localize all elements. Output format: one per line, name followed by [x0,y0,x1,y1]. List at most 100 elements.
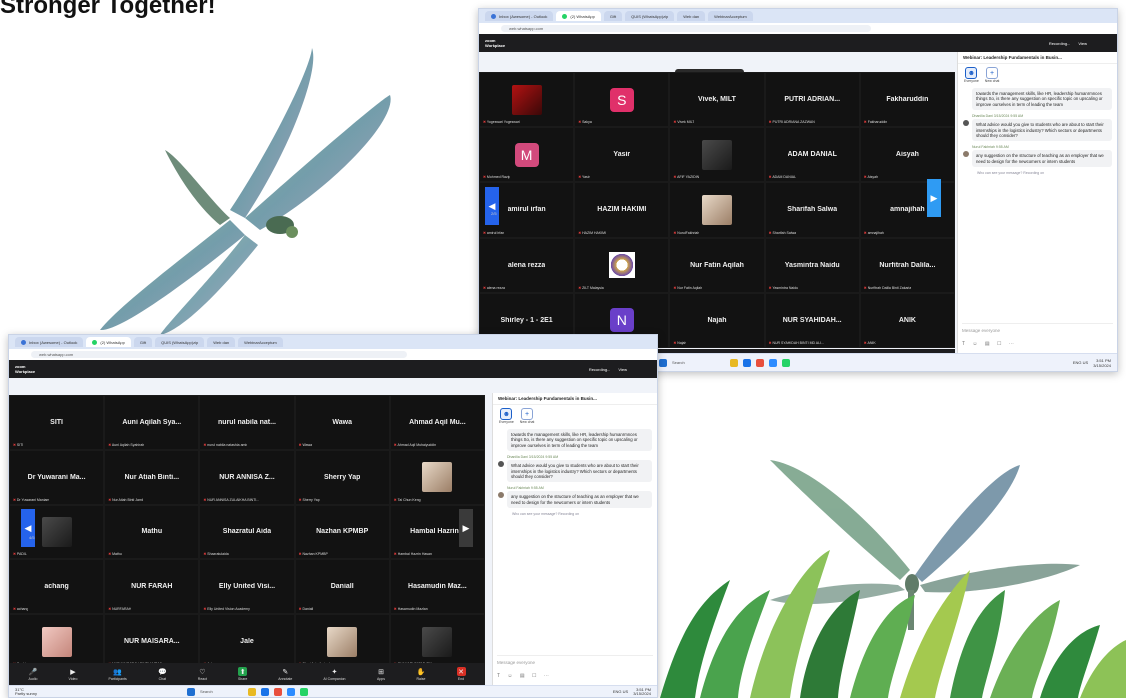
file-explorer-icon[interactable] [729,358,738,367]
edge-icon[interactable] [742,358,751,367]
participant-tile[interactable]: Ahmad Aqil Mu... ✖ Ahmad Aqil Muhaiyuddin [389,395,485,450]
participant-tile[interactable]: PUTRI ADRIAN... ✖ PUTRI ADRIANA ZAZWAN [764,72,860,128]
browser-tab[interactable]: (2) WhatsApp [86,337,131,347]
browser-tab[interactable]: Inbox (Awesome) - Outlook [485,11,554,21]
windows-start-icon[interactable] [659,358,667,367]
participant-tile[interactable]: Wawa ✖ Wawa [294,395,390,450]
browser-tab[interactable]: Web dan [207,337,236,347]
participant-tile[interactable]: Jale✖ Jale [199,614,295,669]
participant-tile[interactable]: Nur Atiah Binti... ✖ Nur Atiah Binti Jami… [104,449,200,505]
control-raise[interactable]: ✋Raise [417,667,426,682]
compose-toolbar[interactable]: T ☺ ▤ ☐ ⋯ [962,341,1017,347]
whatsapp-icon[interactable] [781,358,790,367]
participant-tile[interactable]: NUR FARAH ✖ NURFARAH [104,559,200,615]
participant-tile[interactable]: NUR MAISARA...✖ NUR MAISARAH BINTI AMRAN [104,614,200,669]
control-video[interactable]: ▶Video [69,667,78,682]
participant-tile[interactable]: Nazhan KPMBP ✖ Nazhan KPMBP [294,504,390,560]
chat-tab-everyone[interactable]: ☻ Everyone [964,67,979,83]
chat-tab-everyone[interactable]: ☻ Everyone [499,408,514,424]
zoom-icon[interactable] [286,687,295,696]
participant-tile[interactable]: Dr Yuwarani Ma... ✖ Dr Yuwarani Maniam [9,449,105,505]
participant-tile[interactable]: ✖ SHAHARUNIZAD ZIN [389,614,485,669]
view-button[interactable]: View [618,367,627,372]
browser-tab[interactable]: QUIS (WhatsApp)zip [625,11,675,21]
control-participants[interactable]: 👥Participants [109,667,127,682]
control-annotate[interactable]: ✎Annotate [278,667,292,682]
view-button[interactable]: View [1078,41,1087,46]
participant-tile[interactable]: ✖ Sophie [9,614,105,669]
browser-tab[interactable]: (2) WhatsApp [556,11,601,21]
browser-tab[interactable]: Gift [133,337,153,347]
browser-tab[interactable]: WebinarAcceptum [238,337,283,347]
participant-tile[interactable]: ADAM DANIAL ✖ ADAM DANIAL [764,127,860,183]
participant-tile[interactable]: Auni Aqilah Sya... ✖ Auni Aqilah Syahirah [104,395,200,450]
control-apps[interactable]: ⊞Apps [377,667,386,682]
participant-tile[interactable]: ANIK ✖ ANIK [859,292,955,348]
recording-indicator[interactable]: Recording... [1049,41,1071,46]
participant-tile[interactable]: Vivek, MILT ✖ Vivek MILT [669,72,765,128]
participant-tile[interactable]: ✖ AFIF YAZIDIN [669,127,765,183]
participant-tile[interactable]: Yasir ✖ Yasir [574,127,670,183]
browser-tab[interactable]: Inbox (Awesome) - Outlook [15,337,84,347]
participant-tile[interactable]: Mathu ✖ Mathu [104,504,200,560]
taskbar-search[interactable]: Search [200,689,213,694]
message-input[interactable]: Message everyone T ☺ ▤ ☐ ⋯ [962,323,1113,349]
participant-tile[interactable]: Shazratul Aida ✖ Shazratulaida [199,504,295,560]
edge-icon[interactable] [260,687,269,696]
chrome-icon[interactable] [755,358,764,367]
control-react[interactable]: ♡React [198,667,207,682]
compose-toolbar[interactable]: T ☺ ▤ ☐ ⋯ [497,673,552,679]
gallery-prev-arrow[interactable]: ◀ [21,509,35,547]
gallery-next-arrow[interactable]: ▶ [927,179,941,217]
participant-tile[interactable]: Nurfitrah Dalila... ✖ Nurfitrah Dalila Bi… [859,237,955,293]
participant-tile[interactable]: nurul nabila nat... ✖ nurul nabila natash… [199,395,295,450]
control-share[interactable]: ⬆Share [238,667,247,681]
address-bar[interactable]: web.whatsapp.com [479,23,1117,34]
participant-tile[interactable]: Elly United Visi... ✖ Elly United Vision … [199,559,295,615]
gallery-prev-arrow[interactable]: ◀ [485,187,499,225]
participant-tile[interactable]: ✖ NurulFakhriah [669,182,765,238]
participant-tile[interactable]: M ✖ Mohmed Razip [479,127,575,183]
file-explorer-icon[interactable] [247,687,256,696]
participant-tile[interactable]: achang ✖ achang [9,559,105,615]
control-end[interactable]: ✕End [456,667,466,681]
participant-tile[interactable]: Yasmintra Naidu ✖ Yasmintra Naidu [764,237,860,293]
weather-widget[interactable]: 31°C Partly sunny [15,687,37,696]
browser-tab[interactable]: Gift [603,11,623,21]
participant-tile[interactable]: Fakharuddin ✖ Fakharuddin [859,72,955,128]
chat-tab-new[interactable]: + New chat [520,408,534,424]
participant-tile[interactable]: Najah ✖ Najah [669,292,765,348]
participant-tile[interactable]: ✖ Yogeswari Yogeswari [479,72,575,128]
gallery-next-arrow[interactable]: ▶ [459,509,473,547]
taskbar-search[interactable]: Search [672,360,685,365]
participant-tile[interactable]: alena rezza ✖ alena rezza [479,237,575,293]
address-bar[interactable]: web.whatsapp.com [9,349,657,360]
message-input[interactable]: Message everyone T ☺ ▤ ☐ ⋯ [497,655,653,681]
participant-tile[interactable]: Daniall ✖ Daniall [294,559,390,615]
browser-tab[interactable]: WebinarAcceptum [708,11,753,21]
participant-tile[interactable]: Aisyah ✖ Aisyah [859,127,955,183]
participant-tile[interactable]: Hasamudin Maz... ✖ Hasamudin Mazlan [389,559,485,615]
windows-start-icon[interactable] [187,687,196,696]
participant-tile[interactable]: Nur Fatin Aqilah ✖ Nur Fatin Aqilah [669,237,765,293]
participant-tile[interactable]: HAZIM HAKIMI ✖ HAZIM HAKIMI [574,182,670,238]
chrome-icon[interactable] [273,687,282,696]
control-audio[interactable]: 🎤Audio [29,667,38,682]
chat-tab-new[interactable]: + New chat [985,67,999,83]
recording-indicator[interactable]: Recording... [589,367,611,372]
participant-tile[interactable]: SITI ✖ SITI [9,395,105,450]
participant-tile[interactable]: NUR ANNISA Z... ✖ NUR ANNISA ZULAIKHA BIN… [199,449,295,505]
participant-tile[interactable]: S ✖ Sakya [574,72,670,128]
participant-tile[interactable]: ✖ Sheri Azie Aminah [294,614,390,669]
whatsapp-icon[interactable] [299,687,308,696]
participant-tile[interactable]: Sherry Yap ✖ Sherry Yap [294,449,390,505]
participant-tile[interactable]: Sharifah Salwa ✖ Sharifah Salwa [764,182,860,238]
control-ai-companion[interactable]: ✦AI Companion [323,667,345,682]
control-chat[interactable]: 💬Chat [158,667,167,682]
participant-tile[interactable]: NUR SYAHIDAH... ✖ NUR SYAHIDAH BINTI MD A… [764,292,860,348]
participant-tile[interactable]: ✖ Tai Chun Keng [389,449,485,505]
participant-tile[interactable]: ✖ ZILT Malaysia [574,237,670,293]
browser-tab[interactable]: Web dan [677,11,706,21]
zoom-icon[interactable] [768,358,777,367]
browser-tab[interactable]: QUIS (WhatsApp)zip [155,337,205,347]
